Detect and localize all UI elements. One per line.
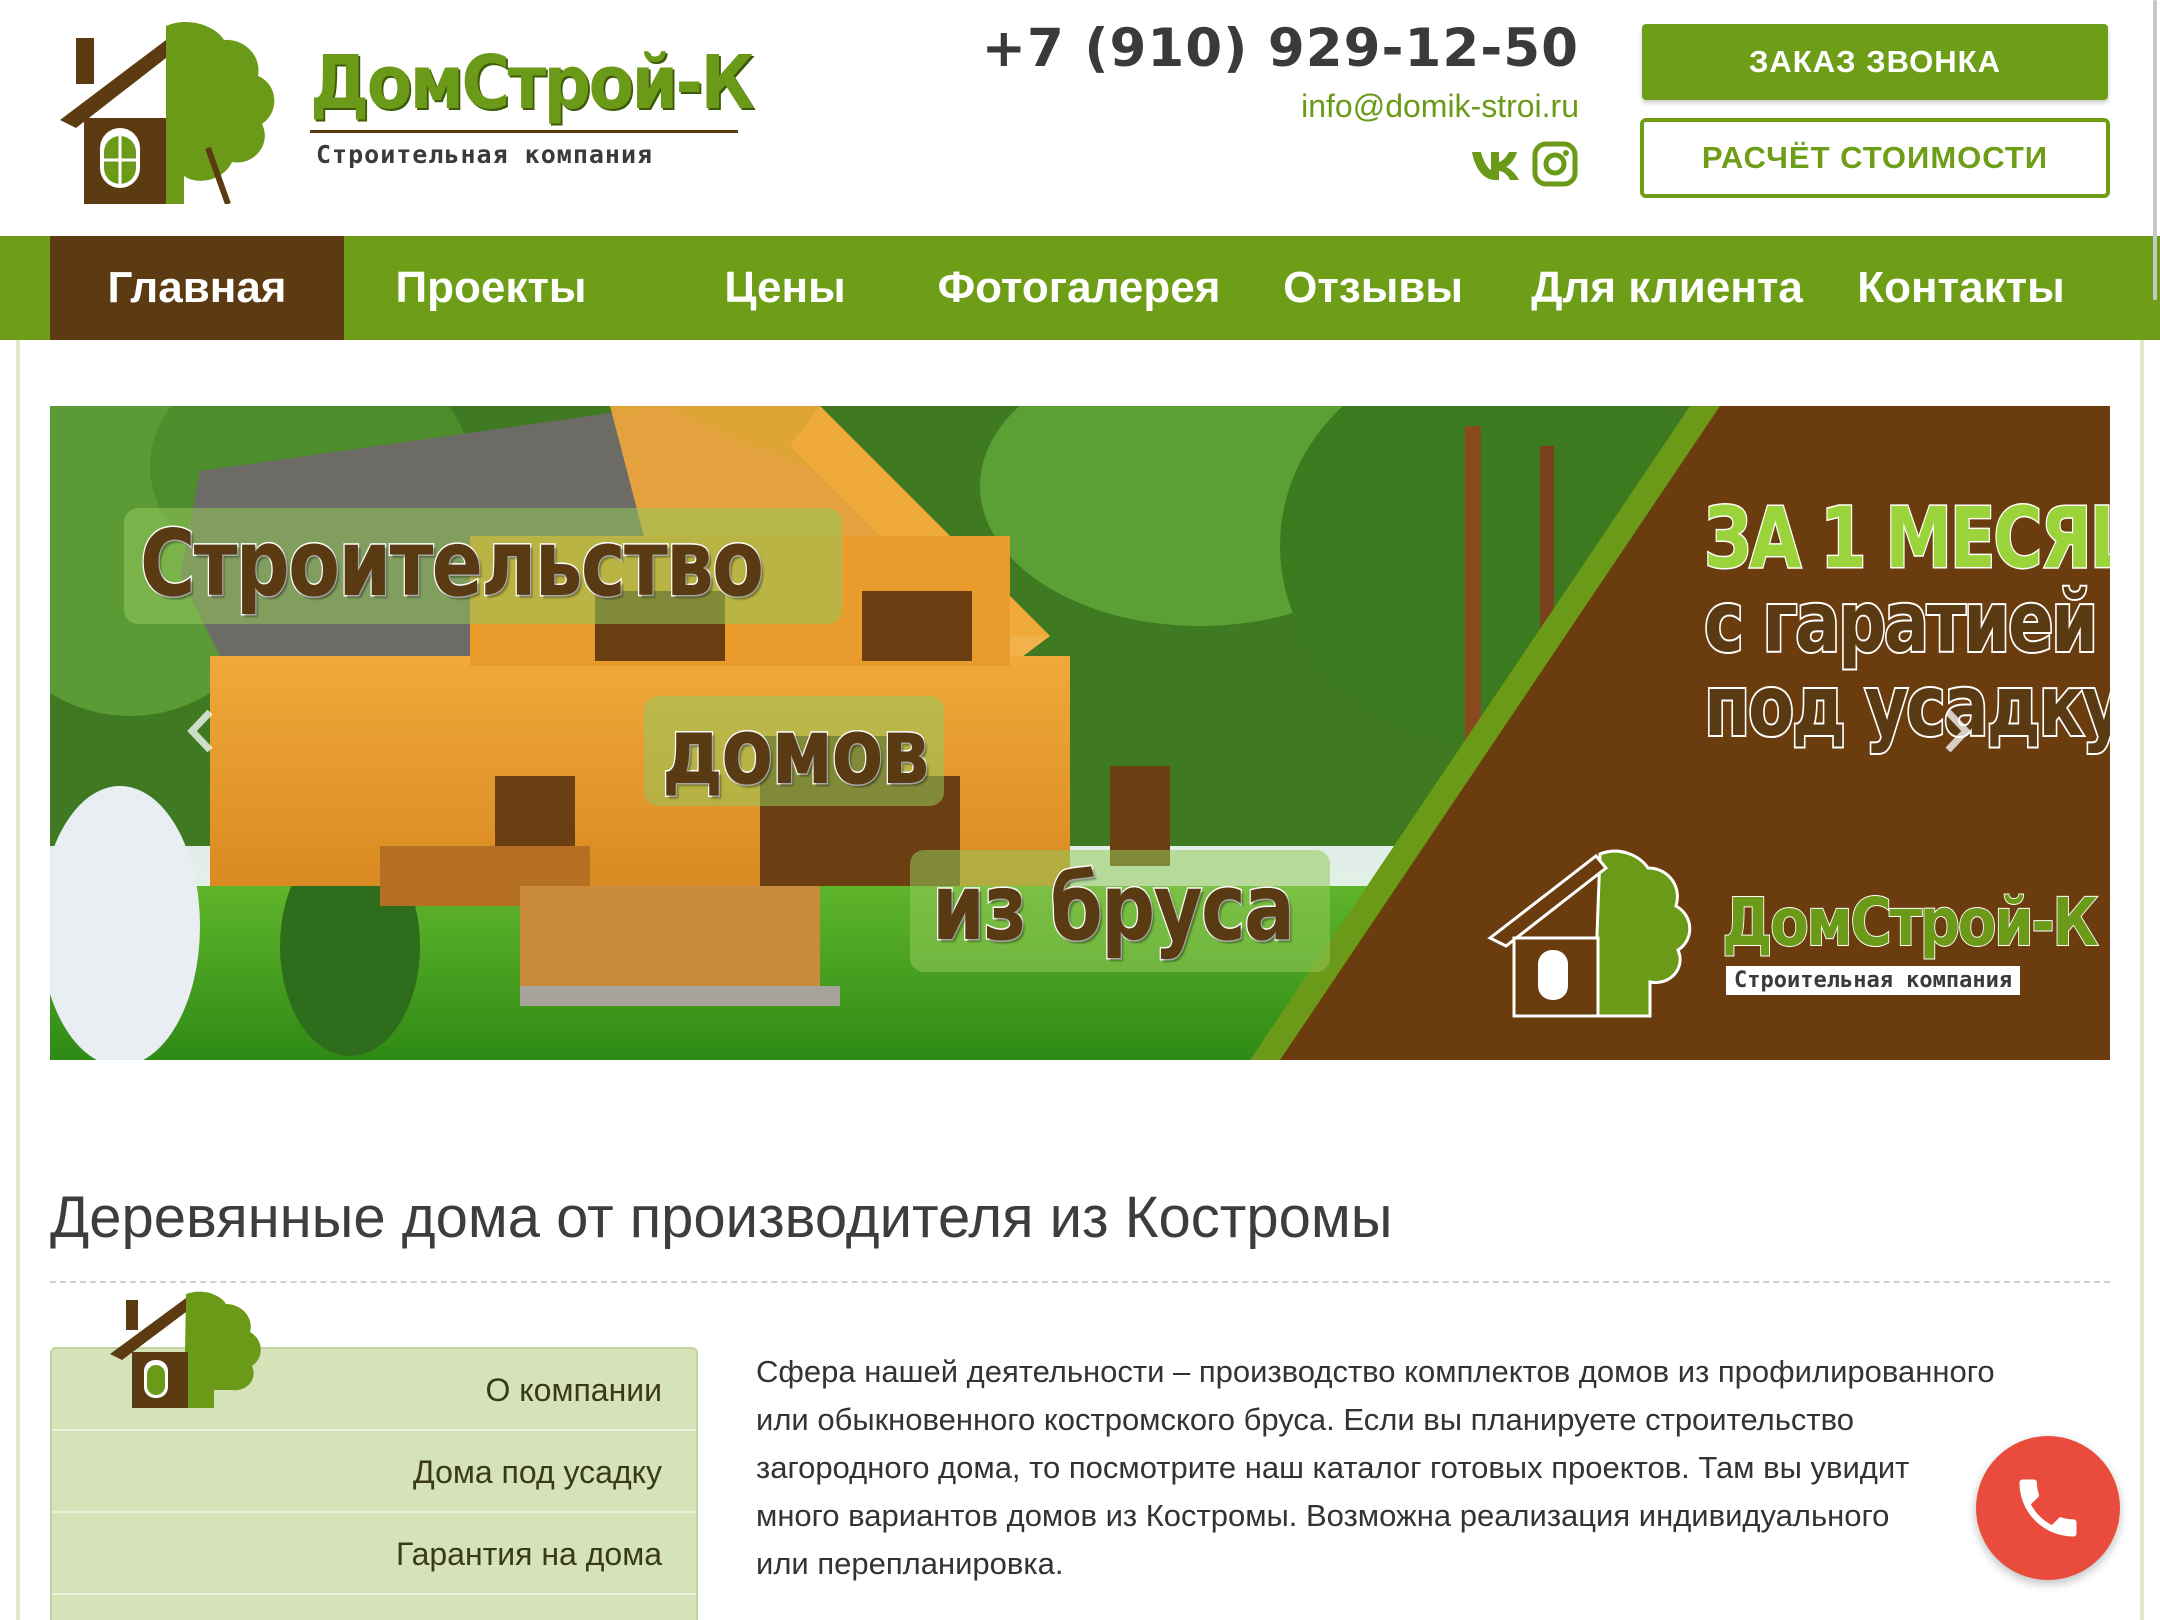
nav-item-prices[interactable]: Цены [638,236,932,340]
intro-line: или обыкновенного костромского бруса. Ес… [756,1402,1854,1437]
slide-text-line-3: из бруса [931,853,1296,963]
hero-slider[interactable]: Строительство домов из бруса ЗА 1 МЕСЯЦ … [50,406,2110,1060]
main-nav: Главная Проекты Цены Фотогалерея Отзывы … [0,236,2160,340]
phone-icon [2019,1479,2077,1537]
intro-line: загородного дома, то посмотрите наш ката… [756,1450,1910,1485]
title-divider [50,1281,2110,1283]
nav-item-reviews[interactable]: Отзывы [1226,236,1520,340]
promo-line-2: с гаратией [1702,573,2099,671]
intro-line: много вариантов домов из Костромы. Возмо… [756,1498,1890,1533]
call-fab-button[interactable] [1976,1436,2120,1580]
banner-logo-name: ДомСтрой-К [1721,883,2099,962]
company-logo[interactable]: ДомСтрой-К Строительная компания [48,18,755,204]
logo-subtitle: Строительная компания [316,140,654,169]
page-scrollbar[interactable] [2153,0,2157,300]
nav-item-contacts[interactable]: Контакты [1814,236,2108,340]
nav-item-home[interactable]: Главная [50,236,344,340]
promo-line-1: ЗА 1 МЕСЯЦ [1703,489,2110,587]
site-header: ДомСтрой-К Строительная компания +7 (910… [0,0,2160,236]
promo-line-3: под усадку [1702,657,2110,755]
logo-divider [310,130,738,133]
side-menu-item-shrink-houses[interactable]: Дома под усадку [52,1431,696,1513]
nav-item-projects[interactable]: Проекты [344,236,638,340]
page-title: Деревянные дома от производителя из Кост… [50,1185,1393,1250]
calculate-cost-button[interactable]: РАСЧЁТ СТОИМОСТИ [1640,118,2110,198]
slide-text-line-1: Строительство [139,509,765,619]
instagram-icon[interactable] [1530,140,1580,188]
nav-item-gallery[interactable]: Фотогалерея [932,236,1226,340]
intro-line: Сфера нашей деятельности – производство … [756,1354,1995,1389]
nav-item-for-clients[interactable]: Для клиента [1520,236,1814,340]
vk-icon[interactable] [1470,140,1520,188]
email-link[interactable]: info@domik-stroi.ru [1301,88,1579,125]
side-menu-item-warranty[interactable]: Гарантия на дома [52,1513,696,1595]
slide-text-line-2: домов [661,697,931,807]
phone-link[interactable]: +7 (910) 929-12-50 [982,18,1579,79]
order-call-button[interactable]: ЗАКАЗ ЗВОНКА [1642,24,2108,100]
social-links [1470,140,1582,190]
slider-next-icon[interactable] [1942,706,1972,756]
slider-prev-icon[interactable] [186,706,216,756]
side-menu-item-more[interactable] [52,1595,696,1620]
banner-logo-subtitle: Строительная компания [1726,966,2021,995]
promo-block: ЗА 1 МЕСЯЦ с гаратией под усадку [1662,489,2110,755]
side-menu-logo-icon [110,1291,261,1408]
logo-name: ДомСтрой-К [310,40,755,126]
intro-text: Сфера нашей деятельности – производство … [756,1348,2106,1588]
intro-line: или перепланировка. [756,1546,1064,1581]
house-tree-logo-icon [60,22,275,204]
